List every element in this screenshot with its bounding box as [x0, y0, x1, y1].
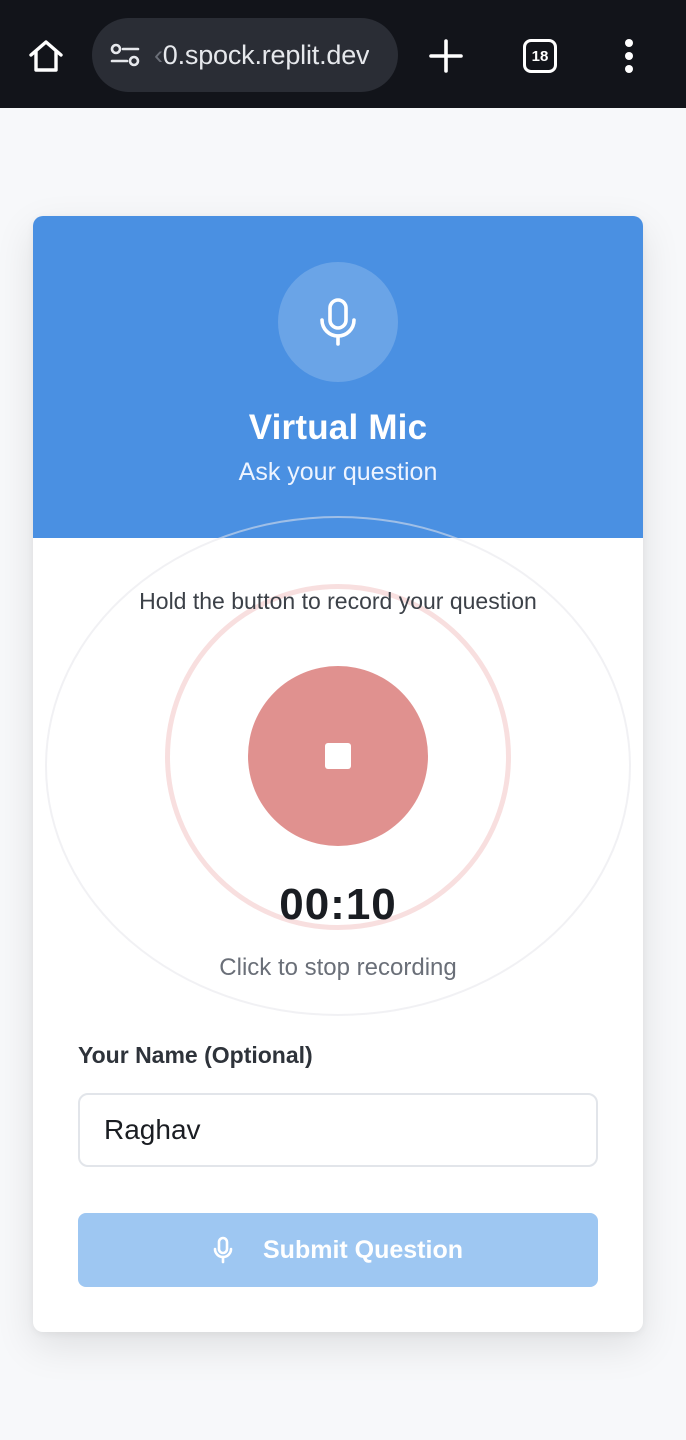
recording-timer: 00:10	[279, 880, 397, 929]
stop-icon	[325, 743, 351, 769]
submit-question-button[interactable]: Submit Question	[78, 1213, 598, 1287]
submit-label: Submit Question	[263, 1235, 463, 1264]
name-input[interactable]	[78, 1093, 598, 1167]
page-subtitle: Ask your question	[238, 458, 438, 486]
record-button[interactable]	[248, 666, 428, 846]
tab-switcher-button[interactable]: 18	[523, 39, 557, 73]
microphone-icon	[278, 262, 398, 382]
more-menu-icon[interactable]	[618, 36, 640, 76]
tab-count: 18	[531, 47, 549, 65]
home-icon[interactable]	[24, 36, 68, 76]
stop-hint: Click to stop recording	[219, 954, 457, 981]
page-title: Virtual Mic	[248, 408, 428, 447]
site-settings-icon[interactable]	[108, 40, 142, 70]
card-header: Virtual Mic Ask your question	[33, 216, 643, 538]
new-tab-icon[interactable]	[426, 36, 466, 76]
address-bar[interactable]: ‹0.spock.replit.dev	[92, 18, 398, 92]
browser-toolbar: ‹0.spock.replit.dev 18	[0, 0, 686, 108]
name-label: Your Name (Optional)	[78, 1042, 313, 1068]
url-text: ‹0.spock.replit.dev	[154, 39, 370, 70]
microphone-icon	[213, 1236, 233, 1264]
virtual-mic-card: Virtual Mic Ask your question Hold the b…	[33, 216, 643, 1332]
record-instruction: Hold the button to record your question	[139, 588, 537, 614]
